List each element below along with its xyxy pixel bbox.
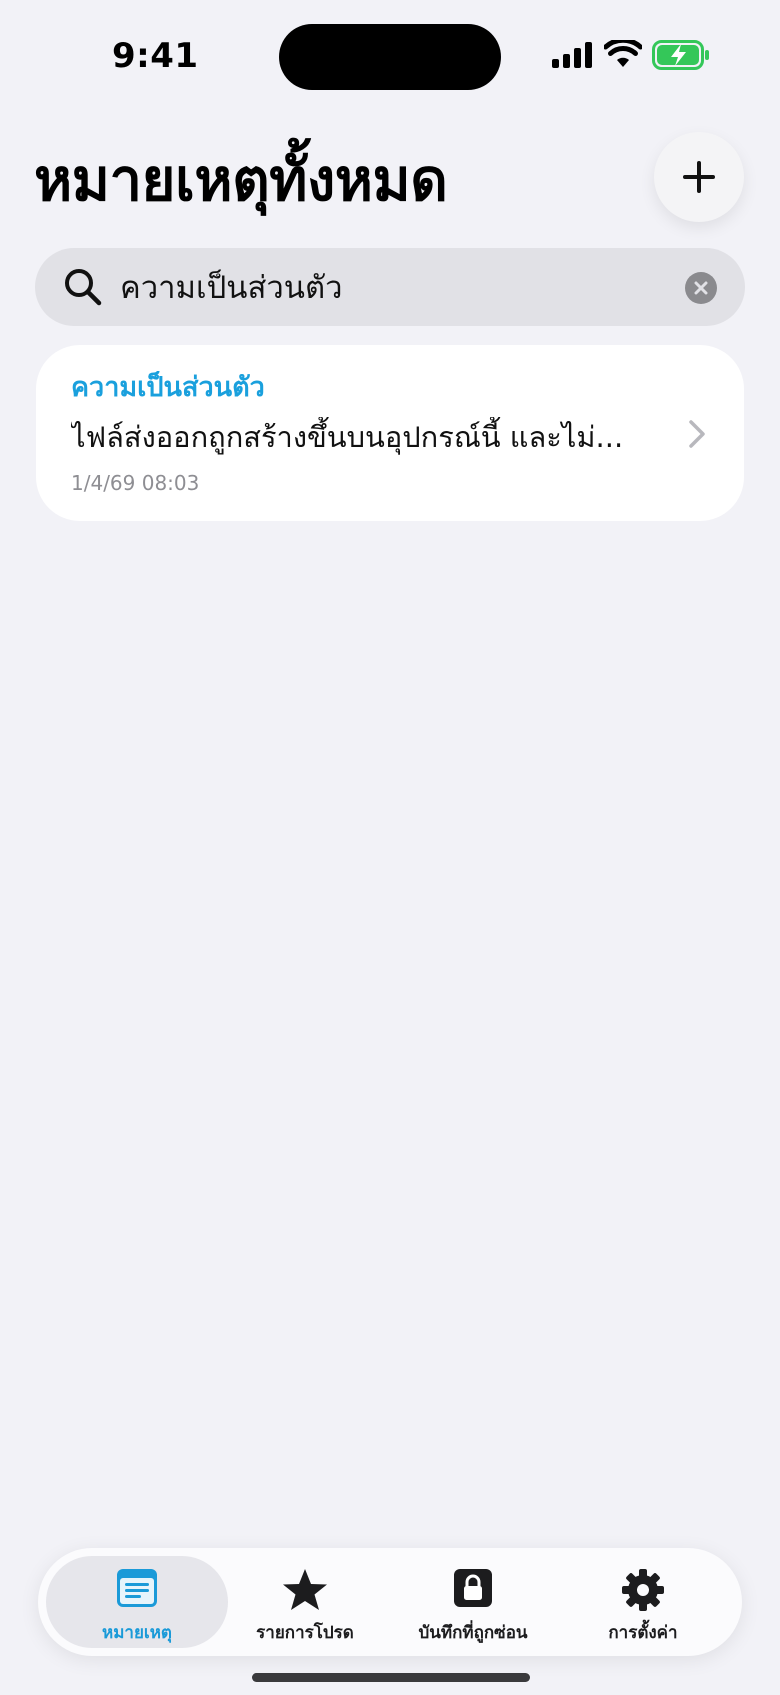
cellular-signal-icon <box>552 42 592 68</box>
note-card[interactable]: ความเป็นส่วนตัว ไฟล์ส่งออกถูกสร้างขึ้นบน… <box>36 345 744 521</box>
tab-bar: หมายเหตุ รายการโปรด บันทึกที่ถูกซ่อน การ… <box>38 1548 742 1656</box>
search-field[interactable]: ความเป็นส่วนตัว <box>35 248 745 326</box>
status-bar: 9:41 <box>0 0 780 110</box>
clear-search-button[interactable] <box>685 272 717 304</box>
plus-icon <box>683 161 715 193</box>
tab-notes[interactable]: หมายเหตุ <box>46 1556 228 1648</box>
star-icon <box>283 1569 327 1610</box>
gear-icon <box>622 1569 664 1611</box>
status-time: 9:41 <box>112 36 199 76</box>
page-title: หมายเหตุทั้งหมด <box>34 146 448 214</box>
search-input[interactable]: ความเป็นส่วนตัว <box>120 268 343 308</box>
note-date: 1/4/69 08:03 <box>71 471 200 495</box>
tab-notes-label: หมายเหตุ <box>102 1623 172 1643</box>
search-icon <box>65 269 102 306</box>
note-preview: ไฟล์ส่งออกถูกสร้างขึ้นบนอุปกรณ์นี้ และไม… <box>71 420 624 454</box>
wifi-icon <box>604 40 642 67</box>
tab-hidden-notes-label: บันทึกที่ถูกซ่อน <box>418 1623 528 1643</box>
tab-favorites[interactable]: รายการโปรด <box>220 1556 390 1648</box>
dynamic-island <box>279 24 501 90</box>
clear-icon <box>694 281 708 295</box>
home-indicator <box>252 1673 530 1682</box>
tab-settings[interactable]: การตั้งค่า <box>558 1556 728 1648</box>
note-title: ความเป็นส่วนตัว <box>71 372 265 403</box>
tab-settings-label: การตั้งค่า <box>608 1623 678 1643</box>
tab-hidden-notes[interactable]: บันทึกที่ถูกซ่อน <box>388 1556 558 1648</box>
chevron-right-icon <box>689 420 705 448</box>
notes-icon <box>117 1569 157 1607</box>
add-note-button[interactable] <box>654 132 744 222</box>
tab-favorites-label: รายการโปรด <box>256 1623 354 1643</box>
lock-icon <box>454 1569 492 1607</box>
battery-charging-icon <box>652 40 709 70</box>
